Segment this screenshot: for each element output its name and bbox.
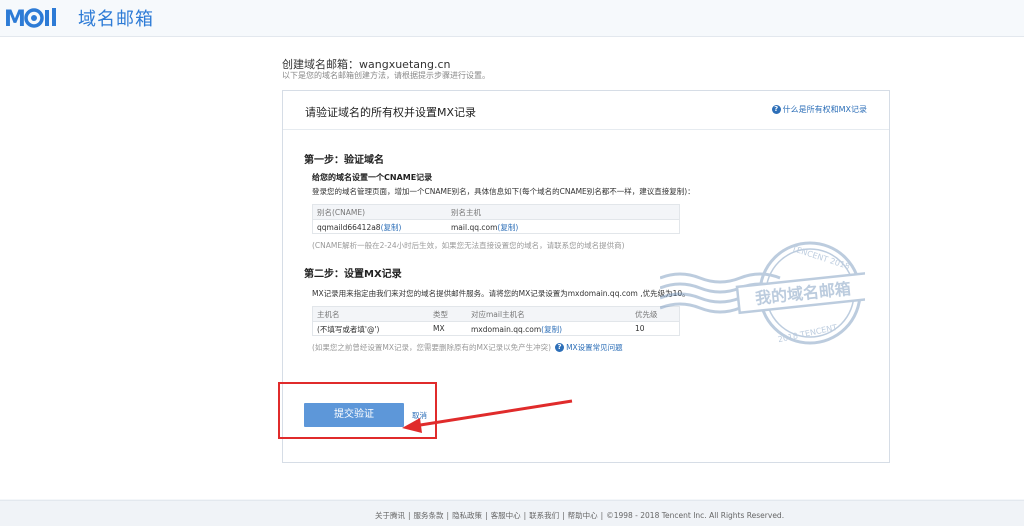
mx-priority-value: 10 — [635, 324, 645, 333]
col-cname: 别名(CNAME) — [317, 208, 366, 217]
col-mail-host: 对应mail主机名 — [471, 310, 525, 319]
red-arrow-annotation — [402, 399, 573, 433]
footer-links: 关于腾讯 | 服务条款 | 隐私政策 | 客服中心 | 联系我们 | 帮助中心 | ©1998 - 20… — [375, 511, 785, 520]
mail-logo-icon: M — [4, 7, 56, 31]
step2-note-text: (如果您之前曾经设置MX记录，您需要删除原有的MX记录以免产生冲突) — [312, 343, 552, 352]
mx-help-link-label: 什么是所有权和MX记录 — [782, 105, 867, 114]
mx-mail-host-cell: mxdomain.qq.com(复制) — [471, 324, 562, 335]
col-cname-host: 别名主机 — [451, 208, 481, 217]
table-row: (不填写或者填'@') MX mxdomain.qq.com(复制) 10 — [313, 322, 679, 336]
cname-table: 别名(CNAME) 别名主机 qqmaild66412a8(复制) mail.q… — [312, 204, 680, 234]
table-row: qqmaild66412a8(复制) mail.qq.com(复制) — [313, 220, 679, 234]
footer-link-terms[interactable]: 服务条款 — [414, 511, 444, 520]
mx-mail-host-value: mxdomain.qq.com — [471, 325, 542, 334]
footer-link-privacy[interactable]: 隐私政策 — [452, 511, 482, 520]
mx-faq-link[interactable]: MX设置常见问题 — [566, 342, 623, 353]
footer: 关于腾讯 | 服务条款 | 隐私政策 | 客服中心 | 联系我们 | 帮助中心 | ©1998 - 20… — [0, 500, 1024, 526]
footer-link-about[interactable]: 关于腾讯 — [375, 511, 405, 520]
mx-help-link[interactable]: ? 什么是所有权和MX记录 — [771, 104, 867, 115]
mx-host-value: (不填写或者填'@') — [317, 325, 380, 334]
mx-type-value: MX — [433, 324, 445, 333]
copy-host-link[interactable]: (复制) — [497, 223, 518, 232]
col-type: 类型 — [433, 310, 448, 319]
step2-instruction: MX记录用来指定由我们来对您的域名提供邮件服务。请将您的MX记录设置为mxdom… — [312, 289, 690, 298]
step2-note: (如果您之前曾经设置MX记录，您需要删除原有的MX记录以免产生冲突) ? MX设… — [312, 342, 623, 353]
step1-subtitle: 给您的域名设置一个CNAME记录 — [312, 173, 433, 182]
footer-link-contact[interactable]: 联系我们 — [529, 511, 559, 520]
page-subtitle: 以下是您的域名邮箱创建方法，请根据提示步骤进行设置。 — [282, 71, 490, 80]
step1-title: 第一步：验证域名 — [304, 155, 384, 166]
logo-text: 域名邮箱 — [78, 9, 154, 30]
col-priority: 优先级 — [635, 310, 658, 319]
copy-mx-link[interactable]: (复制) — [541, 325, 562, 334]
copy-alias-link[interactable]: (复制) — [381, 223, 402, 232]
top-bar: M 域名邮箱 — [0, 0, 1024, 37]
cname-alias-cell: qqmaild66412a8(复制) — [317, 222, 401, 233]
cname-host-value: mail.qq.com — [451, 223, 498, 232]
step2-title: 第二步：设置MX记录 — [304, 269, 402, 280]
stamp-top-text: TENCENT 2018 — [790, 244, 851, 272]
col-hostname: 主机名 — [317, 310, 340, 319]
step1-note: (CNAME解析一般在2-24小时后生效，如果您无法直接设置您的域名，请联系您的… — [312, 241, 625, 250]
question-icon: ? — [555, 343, 565, 352]
logo[interactable]: M 域名邮箱 — [4, 5, 154, 31]
table-header: 主机名 类型 对应mail主机名 优先级 — [313, 307, 679, 322]
table-header: 别名(CNAME) 别名主机 — [313, 205, 679, 220]
panel-header: 请验证域名的所有权并设置MX记录 ? 什么是所有权和MX记录 — [283, 91, 889, 130]
stamp-bottom-text: 2018 TENCENT — [777, 323, 838, 344]
footer-link-support[interactable]: 客服中心 — [491, 511, 521, 520]
mx-table: 主机名 类型 对应mail主机名 优先级 (不填写或者填'@') MX mxdo… — [312, 306, 680, 336]
footer-link-help[interactable]: 帮助中心 — [568, 511, 598, 520]
step1-instruction: 登录您的域名管理页面，增加一个CNAME别名，具体信息如下(每个域名的CNAME… — [312, 187, 695, 196]
footer-copyright: ©1998 - 2018 Tencent Inc. All Rights Res… — [606, 511, 785, 520]
cname-alias-value: qqmaild66412a8 — [317, 223, 381, 232]
panel-title: 请验证域名的所有权并设置MX记录 — [305, 106, 477, 119]
svg-text:M: M — [4, 7, 26, 31]
question-icon: ? — [771, 105, 781, 114]
stamp-watermark: 我的域名邮箱 TENCENT 2018 2018 TENCENT — [660, 241, 865, 345]
cname-host-cell: mail.qq.com(复制) — [451, 222, 518, 233]
